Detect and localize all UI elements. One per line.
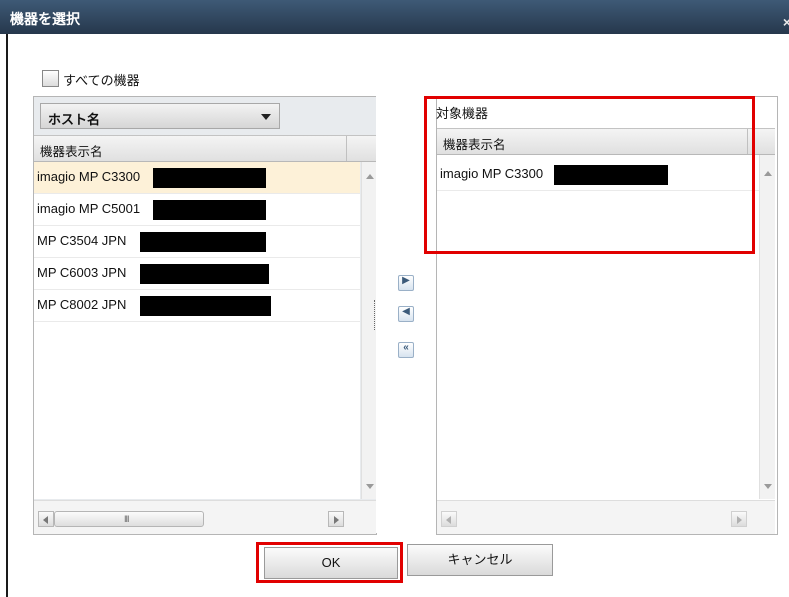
double-arrow-left-icon: « (403, 342, 409, 353)
remove-device-button[interactable]: ◀ (398, 306, 414, 322)
redaction-bar (153, 200, 266, 220)
list-item[interactable]: imagio MP C3300 (34, 162, 360, 194)
available-devices-panel: ホスト名 機器表示名 imagio MP C3300 imagio MP C50… (33, 96, 377, 535)
arrow-right-icon (737, 516, 742, 524)
scroll-left-button[interactable] (441, 511, 457, 527)
scroll-up-icon[interactable] (764, 171, 772, 176)
column-separator (346, 136, 347, 161)
close-icon[interactable]: × (783, 14, 789, 30)
horizontal-scroll-thumb[interactable]: III (54, 511, 204, 527)
scroll-down-icon[interactable] (764, 484, 772, 489)
arrow-left-icon: ◀ (402, 306, 410, 317)
device-name: MP C8002 JPN (37, 297, 127, 312)
scroll-left-button[interactable] (38, 511, 54, 527)
right-vertical-scrollbar[interactable] (759, 155, 775, 499)
remove-all-button[interactable]: « (398, 342, 414, 358)
splitter-handle[interactable] (374, 300, 378, 330)
arrow-left-icon (43, 516, 48, 524)
dropdown-value: ホスト名 (48, 112, 101, 127)
cancel-button[interactable]: キャンセル (407, 544, 553, 576)
checkbox-icon[interactable] (42, 70, 59, 87)
scroll-right-button[interactable] (731, 511, 747, 527)
add-device-button[interactable]: ▶ (398, 275, 414, 291)
search-field-dropdown[interactable]: ホスト名 (40, 103, 280, 129)
chevron-down-icon[interactable] (261, 114, 271, 120)
dialog-title: 機器を選択 (10, 11, 80, 27)
dialog-titlebar: 機器を選択 × (0, 0, 789, 34)
scroll-right-button[interactable] (328, 511, 344, 527)
left-vertical-scrollbar[interactable] (361, 162, 377, 499)
redaction-bar (140, 264, 269, 284)
redaction-bar (140, 296, 271, 316)
device-name: imagio MP C5001 (37, 201, 141, 216)
available-devices-list: imagio MP C3300 imagio MP C5001 MP C3504… (34, 162, 360, 499)
device-name: MP C6003 JPN (37, 265, 127, 280)
list-item[interactable]: MP C6003 JPN (34, 258, 360, 290)
scroll-up-icon[interactable] (366, 174, 374, 179)
arrow-right-icon: ▶ (402, 275, 410, 286)
window-edge (6, 34, 8, 597)
right-horizontal-scrollbar[interactable] (437, 500, 775, 534)
column-header-display-name[interactable]: 機器表示名 (34, 135, 376, 162)
arrow-left-icon (446, 516, 451, 524)
list-item[interactable]: imagio MP C5001 (34, 194, 360, 226)
redaction-bar (140, 232, 266, 252)
left-horizontal-scrollbar[interactable]: III (34, 500, 376, 534)
list-item[interactable]: MP C3504 JPN (34, 226, 360, 258)
highlight-box-target-devices (424, 96, 755, 254)
redaction-bar (153, 168, 266, 188)
list-item[interactable]: MP C8002 JPN (34, 290, 360, 322)
highlight-box-ok (256, 542, 403, 583)
all-devices-label: すべての機器 (63, 73, 140, 88)
arrow-right-icon (334, 516, 339, 524)
scroll-down-icon[interactable] (366, 484, 374, 489)
device-name: imagio MP C3300 (37, 169, 141, 184)
column-header-label: 機器表示名 (40, 145, 103, 159)
grip-icon: III (124, 514, 129, 524)
device-name: MP C3504 JPN (37, 233, 127, 248)
